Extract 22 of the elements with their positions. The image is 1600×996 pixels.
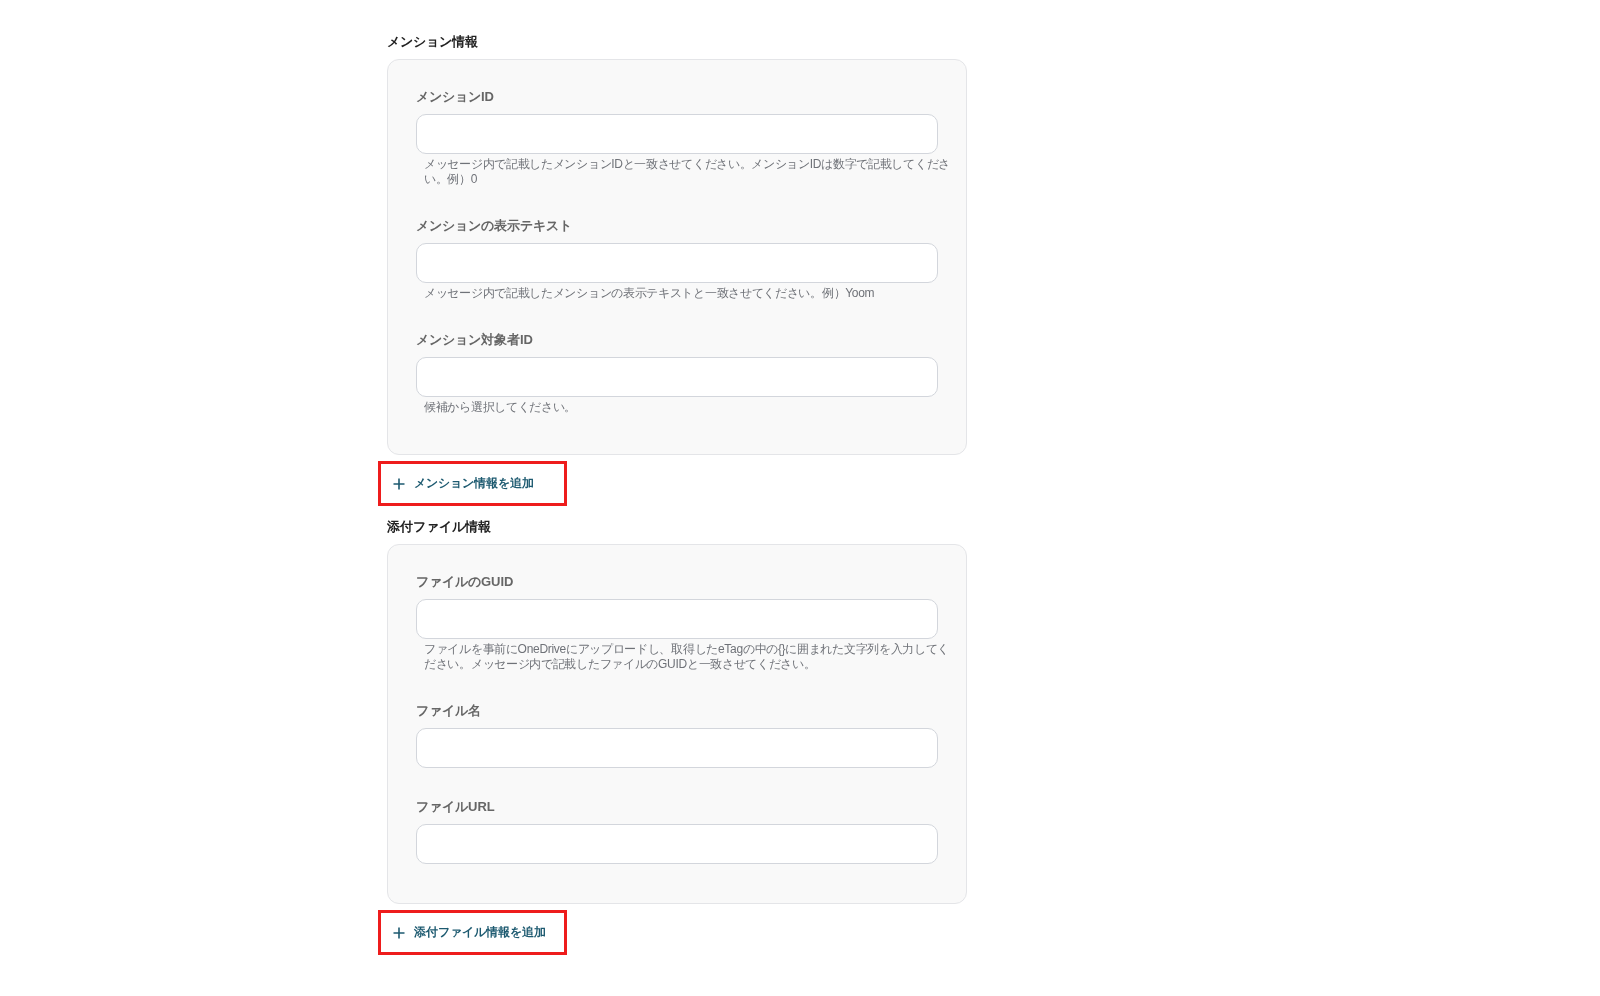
- hint-text: ファイルを事前にOneDriveにアップロードし、取得したeTagの中の{}に囲まれた文字列を入力してください。メッセージ内で記載したファイルのGUIDと一致させてください。: [423, 642, 951, 672]
- field-label: メンションの表示テキスト: [416, 217, 572, 235]
- input-field[interactable]: [416, 243, 938, 283]
- field-label: ファイル名: [416, 702, 481, 720]
- plus-icon: [393, 926, 405, 939]
- input-field[interactable]: [416, 824, 938, 864]
- section-title: 添付ファイル情報: [387, 518, 491, 536]
- input-field[interactable]: [416, 728, 938, 768]
- hint-text: メッセージ内で記載したメンションIDと一致させてください。メンションIDは数字で記載してください。例）0: [423, 157, 951, 187]
- field-label: ファイルのGUID: [416, 573, 514, 591]
- section-title: メンション情報: [387, 33, 478, 51]
- hint-text: メッセージ内で記載したメンションの表示テキストと一致させてください。例）Yoom: [423, 286, 876, 301]
- hint-text: 候補から選択してください。: [423, 400, 578, 415]
- input-field[interactable]: [416, 357, 938, 397]
- add-button[interactable]: メンション情報を追加: [378, 461, 567, 506]
- field-label: メンション対象者ID: [416, 331, 533, 349]
- plus-icon: [393, 477, 405, 490]
- input-field[interactable]: [416, 599, 938, 639]
- field-label: メンションID: [416, 88, 494, 106]
- input-field[interactable]: [416, 114, 938, 154]
- add-button[interactable]: 添付ファイル情報を追加: [378, 910, 567, 955]
- field-label: ファイルURL: [416, 798, 495, 816]
